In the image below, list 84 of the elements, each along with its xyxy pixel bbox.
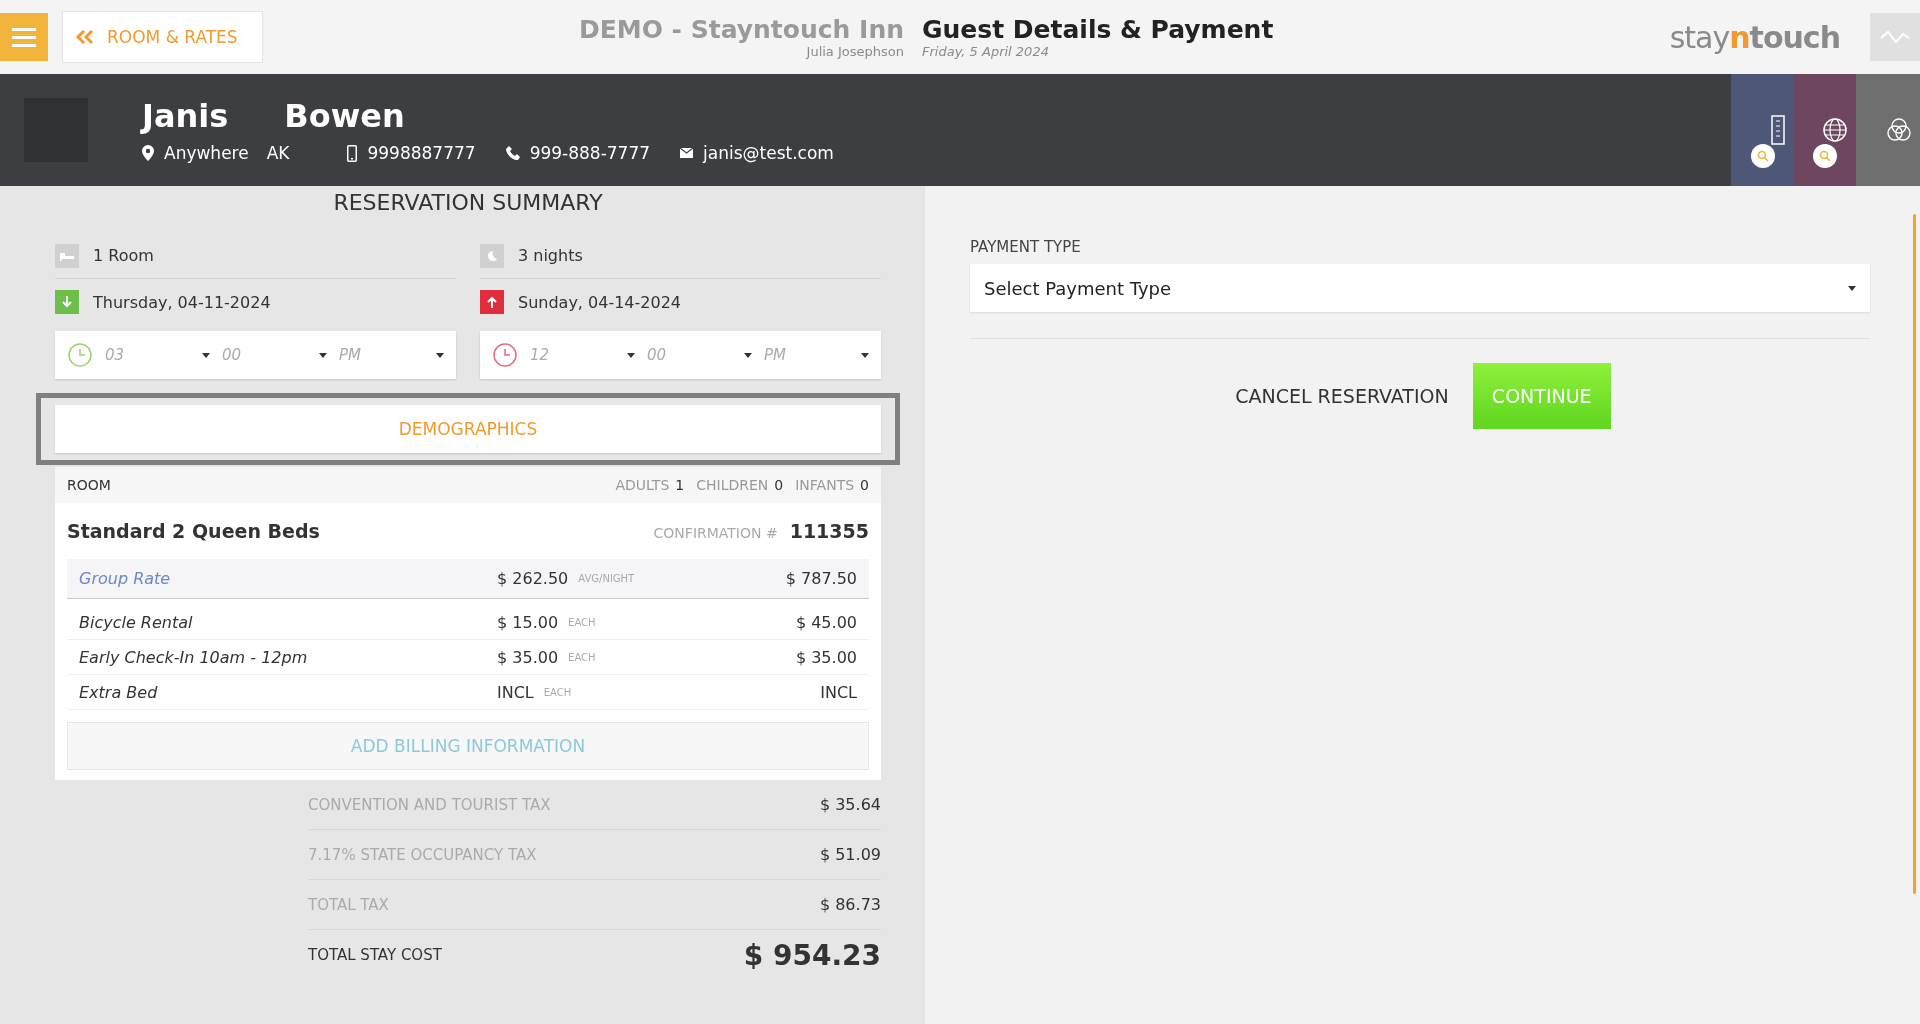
rate-name: Group Rate: [79, 569, 172, 588]
arrival-date: Thursday, 04-11-2024: [93, 292, 271, 312]
section-title: RESERVATION SUMMARY: [333, 190, 603, 215]
search-icon: [1757, 150, 1769, 162]
clock-icon: [492, 342, 518, 368]
guest-state: AK: [266, 143, 290, 163]
price-unit: EACH: [543, 686, 572, 698]
hotel-name: DEMO - Stayntouch Inn: [578, 15, 904, 44]
menu-icon: [12, 27, 36, 47]
payment-type-label: PAYMENT TYPE: [970, 238, 1082, 256]
price-unit: EACH: [568, 616, 596, 628]
guest-city: Anywhere: [164, 143, 249, 163]
tax-amount: $ 35.64: [819, 795, 881, 814]
occupancy-count: ADULTS 1: [615, 477, 685, 493]
logo: stayntouch: [1669, 19, 1840, 55]
company-card-tab[interactable]: [1731, 74, 1793, 186]
price-unit: AVG/NIGHT: [578, 573, 635, 584]
continue-button[interactable]: CONTINUE: [1472, 363, 1611, 429]
guest-last-name: Bowen: [284, 97, 405, 135]
night-count: 3 nights: [518, 246, 583, 265]
occupancy-count: INFANTS 0: [795, 477, 869, 493]
location-pin-icon: [142, 145, 154, 161]
globe-icon: [1822, 117, 1848, 143]
confirmation-label: CONFIRMATION #: [653, 525, 778, 541]
page-title: Guest Details & Payment: [922, 15, 1274, 44]
room-type: Standard 2 Queen Beds: [67, 520, 320, 542]
arrival-time-select[interactable]: 00: [222, 346, 327, 364]
line-total: $ 787.50: [784, 569, 857, 588]
moon-icon: [486, 249, 498, 262]
addon-name: Early Check-In 10am - 12pm: [79, 647, 309, 667]
departure-time-select[interactable]: PM: [764, 346, 869, 364]
clock-icon: [67, 342, 93, 368]
guest-email: janis@test.com: [703, 143, 834, 163]
guest-phone: 999-888-7777: [529, 143, 651, 163]
payment-type-select[interactable]: Select Payment Type: [970, 264, 1870, 312]
line-total: $ 45.00: [794, 612, 857, 632]
envelope-icon: [680, 148, 694, 158]
unit-price: $ 35.00: [497, 647, 559, 667]
unit-price: $ 15.00: [497, 612, 559, 632]
overlapping-circles-icon: [1886, 117, 1912, 143]
demographics-button[interactable]: DEMOGRAPHICS: [55, 405, 881, 453]
double-chevron-icon: [75, 29, 95, 45]
addon-name: Extra Bed: [79, 682, 159, 702]
business-date: Friday, 5 April 2024: [922, 44, 1049, 59]
room-label: ROOM: [67, 477, 111, 493]
tax-amount: $ 51.09: [819, 845, 881, 864]
phone-icon: [505, 146, 520, 160]
departure-date: Sunday, 04-14-2024: [518, 292, 682, 312]
unit-price: INCL: [497, 682, 534, 702]
tax-label: TOTAL TAX: [308, 895, 389, 914]
tax-label: CONVENTION AND TOURIST TAX: [308, 795, 551, 814]
departure-time-select[interactable]: 12: [530, 346, 635, 364]
guest-mobile: 9998887777: [367, 143, 476, 163]
user-name: Julia Josephson: [806, 44, 904, 59]
unit-price: $ 262.50: [497, 569, 569, 588]
total-amount: $ 954.23: [743, 938, 881, 972]
menu-button[interactable]: [0, 13, 48, 61]
guest-first-name: Janis: [142, 97, 229, 135]
pulse-icon: [1880, 29, 1910, 45]
travel-agent-tab[interactable]: [1793, 74, 1856, 186]
cancel-reservation-button[interactable]: CANCEL RESERVATION: [1229, 363, 1455, 429]
mobile-phone-icon: [347, 144, 358, 162]
room-count: 1 Room: [93, 246, 154, 265]
arrow-down-icon: [62, 296, 72, 308]
total-label: TOTAL STAY COST: [308, 946, 442, 964]
departure-time-select[interactable]: 00: [647, 346, 752, 364]
add-billing-button[interactable]: ADD BILLING INFORMATION: [67, 722, 869, 770]
arrival-time-select[interactable]: 03: [105, 346, 210, 364]
scrollbar[interactable]: [1913, 214, 1916, 894]
line-total: $ 35.00: [794, 647, 857, 667]
building-icon: [1771, 115, 1785, 145]
arrow-up-icon: [487, 296, 497, 308]
group-tab[interactable]: [1856, 74, 1920, 186]
search-icon: [1819, 150, 1831, 162]
arrival-time-select[interactable]: PM: [339, 346, 444, 364]
tax-label: 7.17% STATE OCCUPANCY TAX: [308, 845, 537, 864]
back-button[interactable]: ROOM & RATES: [62, 11, 263, 63]
occupancy-count: CHILDREN 0: [696, 477, 784, 493]
tax-amount: $ 86.73: [819, 895, 881, 914]
confirmation-number: 111355: [789, 520, 869, 542]
addon-name: Bicycle Rental: [79, 612, 194, 632]
line-total: INCL: [819, 682, 857, 702]
bed-icon: [60, 250, 74, 261]
price-unit: EACH: [568, 651, 596, 663]
